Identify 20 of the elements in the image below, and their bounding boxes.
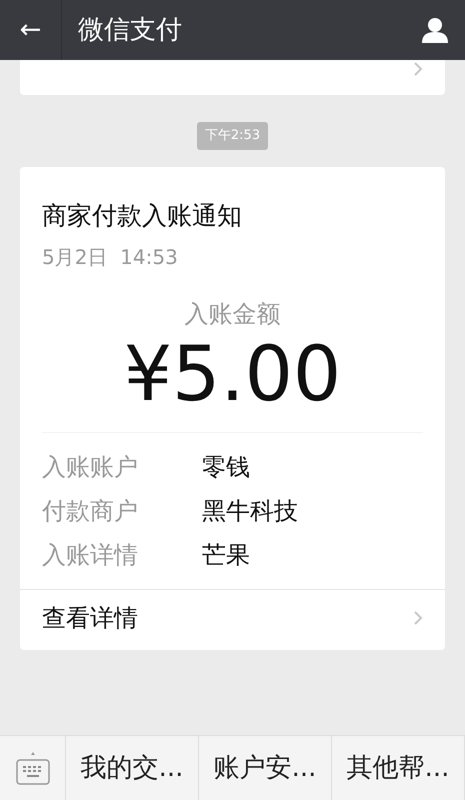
field-value: 零钱 <box>202 452 250 483</box>
menu-button[interactable]: 我的交... <box>66 736 199 800</box>
field-label: 入账账户 <box>42 452 139 483</box>
amount-label: 入账金额 <box>184 300 280 328</box>
menu-button[interactable]: 账户安... <box>199 736 332 800</box>
amount: ¥5.00 <box>124 329 342 418</box>
timestamp: 下午2:53 <box>196 122 268 150</box>
field-value: 黑牛科技 <box>202 496 298 527</box>
keyboard-icon <box>14 750 50 786</box>
profile-icon[interactable] <box>421 17 449 43</box>
window-title: 微信支付 <box>78 14 182 46</box>
chevron-icon <box>413 61 423 77</box>
menu-button[interactable]: 其他帮... <box>332 736 465 800</box>
card-title: 商家付款入账通知 <box>42 200 243 232</box>
field-value: 芒果 <box>202 540 250 571</box>
date-text: 5月2日 14:53 <box>42 244 179 271</box>
chevron-icon <box>413 610 423 626</box>
field-label: 入账详情 <box>42 540 139 571</box>
field-label: 付款商户 <box>42 496 139 527</box>
details-link[interactable]: 查看详情 <box>20 588 445 650</box>
